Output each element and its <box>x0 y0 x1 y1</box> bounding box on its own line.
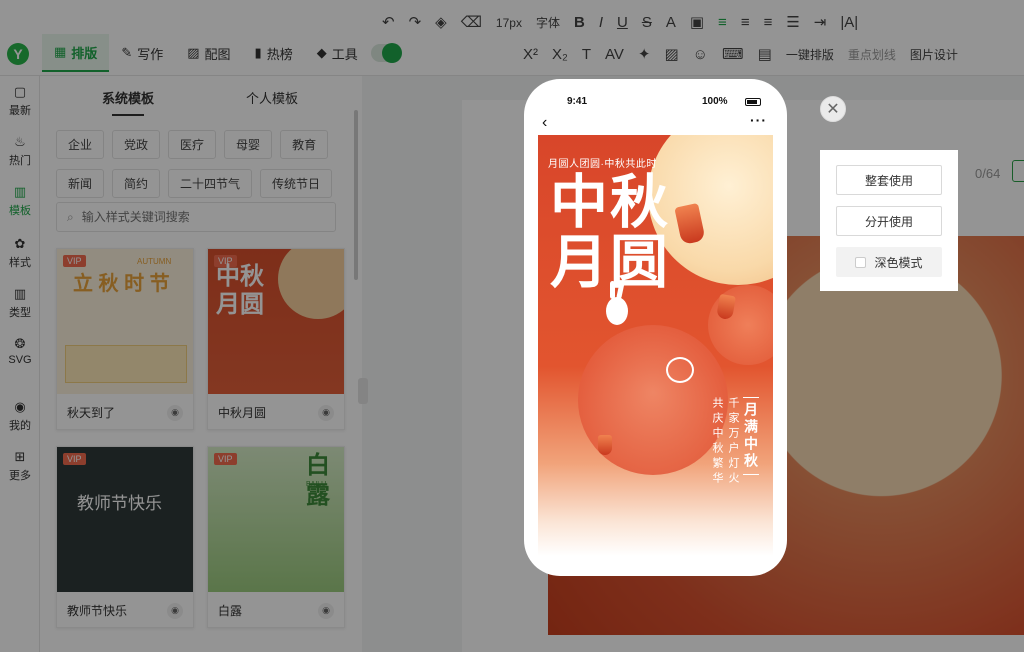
template-actions-panel: 整套使用 分开使用 深色模式 <box>820 150 958 291</box>
battery-icon <box>745 98 761 106</box>
poster-title: 中秋 月圆 <box>550 170 671 295</box>
use-all-button[interactable]: 整套使用 <box>836 165 942 195</box>
status-time: 9:41 <box>567 96 588 107</box>
modal-backdrop[interactable] <box>0 0 1024 652</box>
rabbit-outline-icon <box>666 357 694 383</box>
rabbit-icon <box>606 297 628 325</box>
poster-subtitle: 月圆人团圆·中秋共此时 <box>548 159 657 170</box>
dark-mode-option[interactable]: 深色模式 <box>836 247 942 277</box>
more-dots-icon[interactable]: ··· <box>750 112 767 128</box>
close-icon[interactable]: ✕ <box>820 96 846 122</box>
preview-poster: 月圆人团圆·中秋共此时 中秋 月圆 共庆中秋繁华 千家万户灯火 月满中秋 <box>538 135 773 556</box>
moon-shape <box>708 285 773 365</box>
phone-preview: 9:41 100% ‹ ··· 月圆人团圆·中秋共此时 中秋 月圆 共庆中秋繁华… <box>524 79 787 576</box>
back-arrow-icon[interactable]: ‹ <box>542 114 547 132</box>
dark-mode-label: 深色模式 <box>874 255 923 270</box>
phone-status-bar: 9:41 100% <box>524 96 787 110</box>
dark-mode-checkbox[interactable] <box>855 256 867 268</box>
use-split-button[interactable]: 分开使用 <box>836 206 942 236</box>
status-battery: 100% <box>702 96 728 107</box>
lantern-shape <box>598 435 612 455</box>
poster-vertical-title: 月满中秋 <box>743 397 759 475</box>
poster-vertical-text: 千家万户灯火 <box>727 397 739 487</box>
poster-vertical-text: 共庆中秋繁华 <box>711 397 723 487</box>
